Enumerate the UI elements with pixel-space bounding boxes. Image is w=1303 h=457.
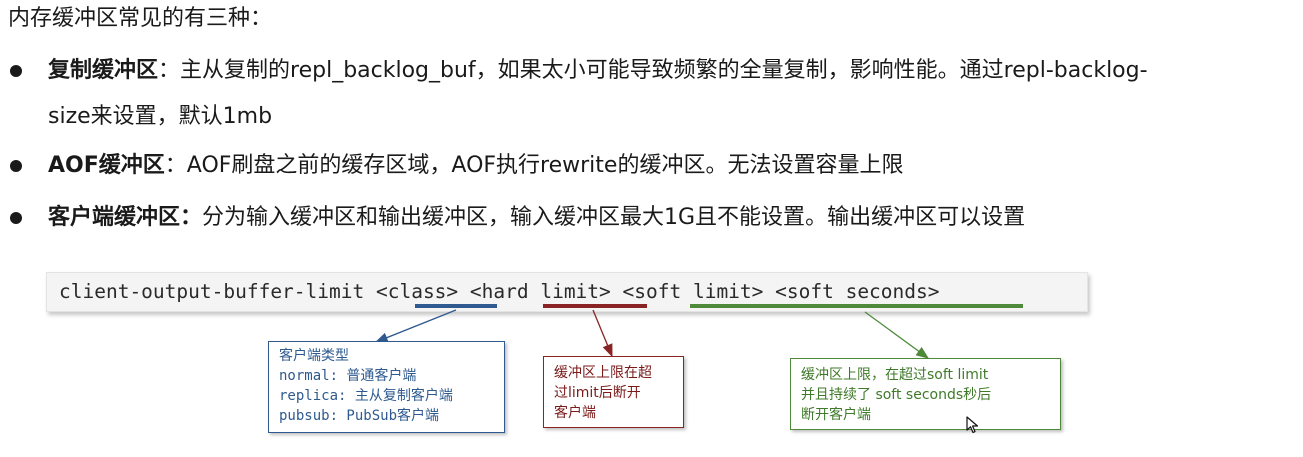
bullet-dot-icon [10, 65, 22, 77]
class-underline [415, 304, 497, 308]
bullet-line: AOF缓冲区：AOF刷盘之前的缓存区域，AOF执行rewrite的缓冲区。无法设… [48, 143, 1288, 189]
hard-limit-annotation-box: 缓冲区上限在超 过limit后断开 客户端 [543, 356, 684, 428]
class-arrow [374, 309, 457, 343]
bullet-line: 复制缓冲区：主从复制的repl_backlog_buf，如果太小可能导致频繁的全… [48, 48, 1288, 94]
annotation-line: 缓冲区上限，在超过soft limit [801, 367, 989, 383]
hard-limit-arrow [592, 309, 613, 358]
bullet-dot-icon [10, 160, 22, 172]
bullet-title: 客户端缓冲区： [48, 205, 203, 230]
bullet-description: 分为输入缓冲区和输出缓冲区，输入缓冲区最大1G且不能设置。输出缓冲区可以设置 [202, 205, 1026, 230]
bullet-description-continued: size来设置，默认1mb [48, 104, 273, 129]
bullet-text: 复制缓冲区：主从复制的repl_backlog_buf，如果太小可能导致频繁的全… [48, 48, 1288, 140]
code-text: client-output-buffer-limit <class> <hard… [59, 280, 940, 303]
bullet-separator: ： [164, 153, 187, 178]
annotation-line: 断开客户端 [801, 407, 871, 423]
bullet-description: AOF刷盘之前的缓存区域，AOF执行rewrite的缓冲区。无法设置容量上限 [186, 153, 904, 178]
annotation-line: 客户端 [554, 405, 596, 421]
bullet-dot-icon [10, 212, 22, 224]
bullet-text: AOF缓冲区：AOF刷盘之前的缓存区域，AOF执行rewrite的缓冲区。无法设… [48, 143, 1288, 189]
annotation-line: normal: 普通客户端 [279, 368, 417, 384]
annotation-line: 客户端类型 [279, 348, 349, 364]
annotation-line: replica: 主从复制客户端 [279, 388, 453, 404]
bullet-title: AOF缓冲区 [48, 153, 165, 178]
bullet-separator: ： [158, 58, 181, 83]
bullet-title: 复制缓冲区 [48, 58, 159, 83]
soft-limit-arrow [864, 311, 930, 359]
annotation-line: pubsub: PubSub客户端 [279, 408, 440, 424]
mouse-pointer-icon [966, 416, 979, 434]
soft-limit-underline [690, 304, 1023, 308]
annotation-line: 并且持续了 soft seconds秒后 [801, 387, 992, 403]
bullet-line: 客户端缓冲区：分为输入缓冲区和输出缓冲区，输入缓冲区最大1G且不能设置。输出缓冲… [48, 195, 1288, 241]
bullet-text: 客户端缓冲区：分为输入缓冲区和输出缓冲区，输入缓冲区最大1G且不能设置。输出缓冲… [48, 195, 1288, 241]
hard-limit-underline [543, 304, 647, 308]
intro-heading: 内存缓冲区常见的有三种： [8, 6, 273, 31]
bullet-description: 主从复制的repl_backlog_buf，如果太小可能导致频繁的全量复制，影响… [180, 58, 1148, 83]
annotation-line: 过limit后断开 [554, 385, 641, 401]
class-annotation-box: 客户端类型 normal: 普通客户端 replica: 主从复制客户端 pub… [268, 341, 505, 433]
soft-limit-annotation-box: 缓冲区上限，在超过soft limit 并且持续了 soft seconds秒后… [790, 358, 1061, 430]
annotation-line: 缓冲区上限在超 [554, 365, 652, 381]
